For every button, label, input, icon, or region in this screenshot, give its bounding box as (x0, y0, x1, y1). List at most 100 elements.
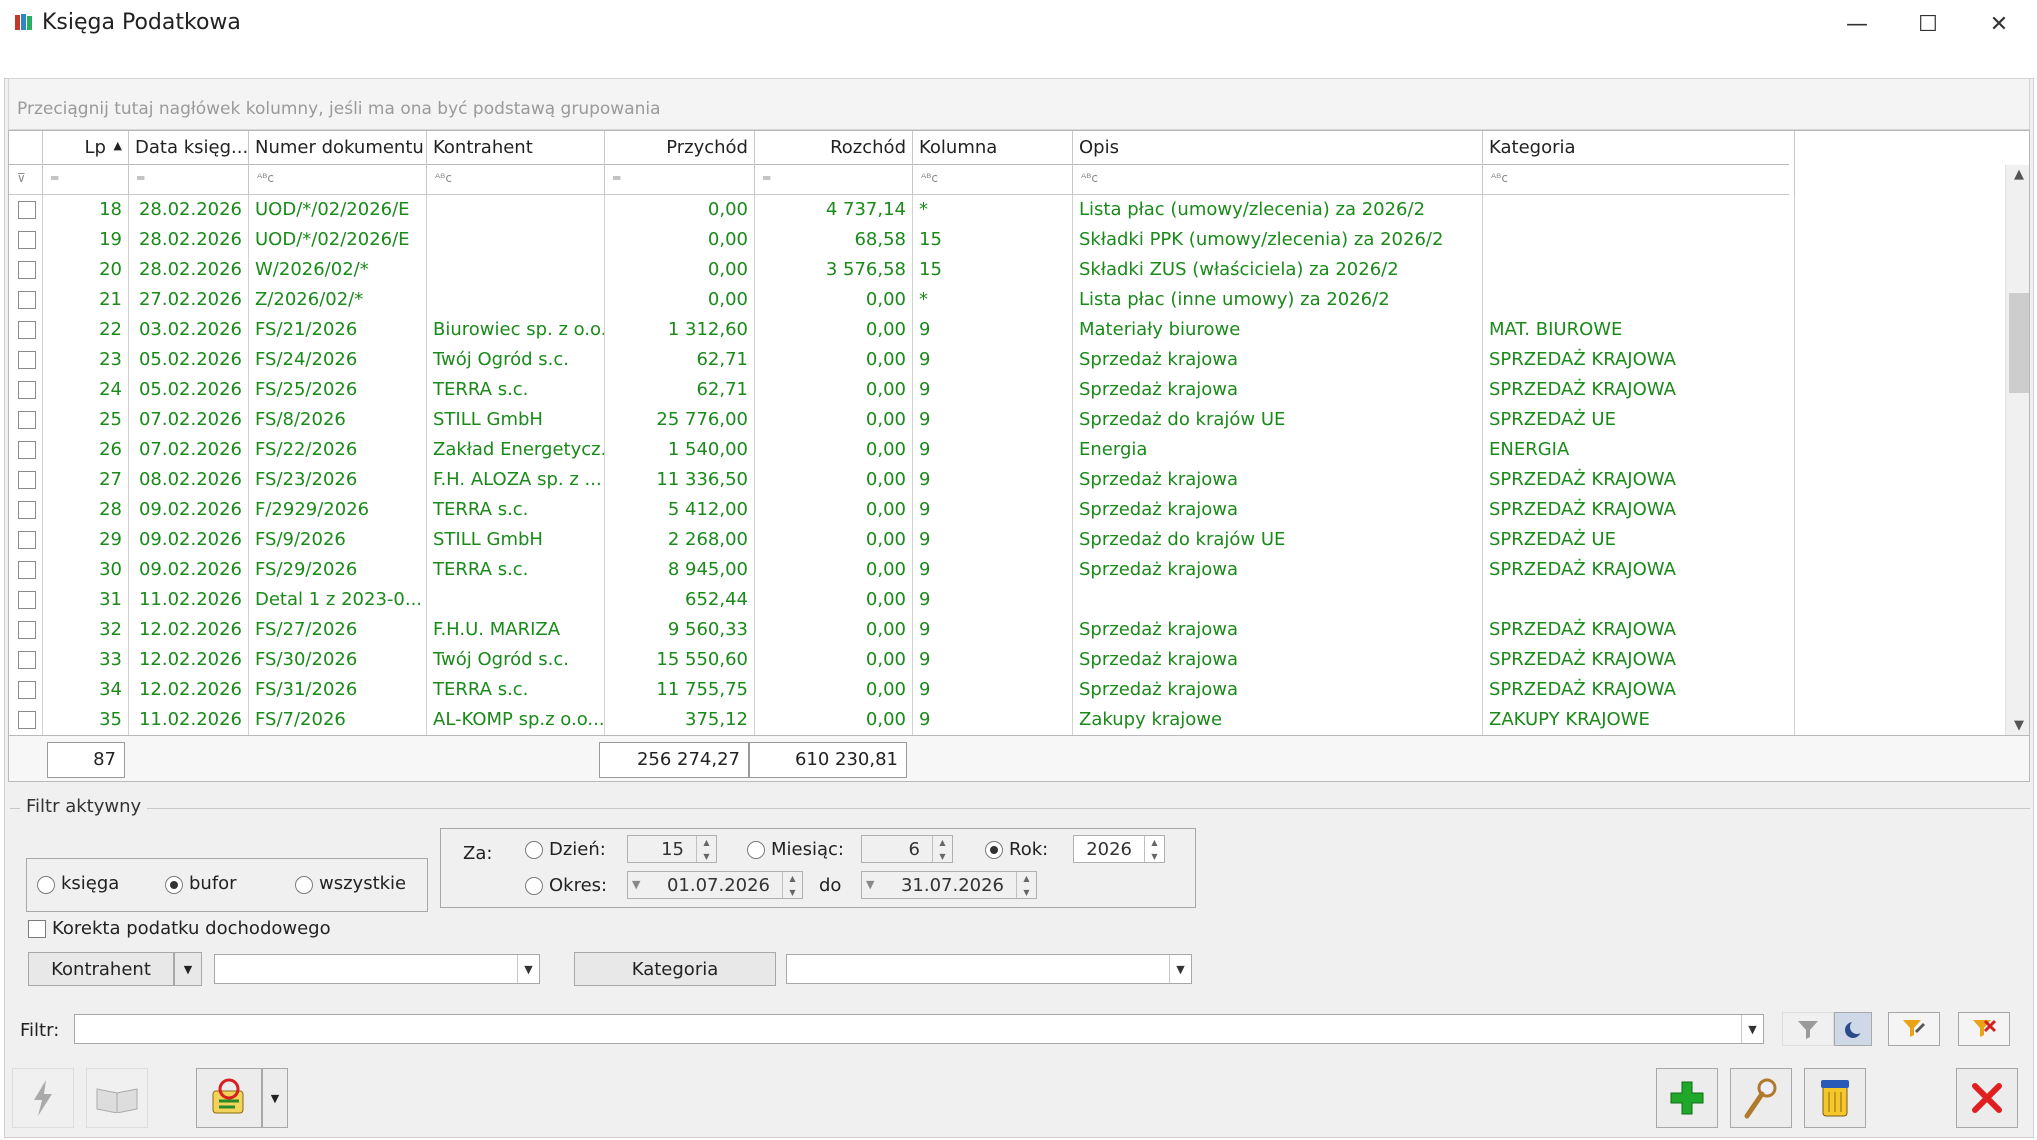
book-button[interactable] (86, 1068, 148, 1128)
header-kolumna[interactable]: Kolumna (913, 131, 1073, 165)
header-opis[interactable]: Opis (1073, 131, 1483, 165)
okres-from-date[interactable]: ▼ 01.07.2026 ▲ ▼ (627, 871, 803, 899)
row-checkbox[interactable] (18, 591, 36, 609)
table-row[interactable]: 33 12.02.2026 FS/30/2026 Twój Ogród s.c. 15 … (9, 645, 1795, 675)
spin-arrows-icon[interactable]: ▲ ▼ (932, 836, 952, 862)
rok-spinner[interactable]: 2026 ▲ ▼ (1073, 835, 1165, 863)
spin-arrows-icon[interactable]: ▲ ▼ (1016, 872, 1036, 898)
delete-button[interactable] (1804, 1068, 1866, 1128)
scrollbar-thumb[interactable] (2009, 293, 2029, 393)
vertical-scrollbar[interactable]: ▲ ▼ (2005, 165, 2029, 735)
row-checkbox[interactable] (18, 411, 36, 429)
spin-arrows-icon[interactable]: ▲ ▼ (782, 872, 802, 898)
radio-ksiega[interactable] (37, 876, 55, 894)
table-row[interactable]: 18 28.02.2026 UOD/*/02/2026/E 0,00 4 737,14 *… (9, 195, 1795, 225)
spin-arrows-icon[interactable]: ▲ ▼ (1144, 836, 1164, 862)
row-checkbox[interactable] (18, 291, 36, 309)
filter-kategoria-text-icon[interactable]: ᴬᴮc (1483, 165, 1795, 195)
row-checkbox[interactable] (18, 471, 36, 489)
filtr-input[interactable]: ▼ (74, 1014, 1764, 1044)
filter-funnel-button[interactable] (1782, 1012, 1834, 1046)
minimize-button[interactable]: — (1822, 0, 1892, 48)
kategoria-combo[interactable]: ▼ (786, 954, 1192, 984)
filter-toggle-button[interactable] (1834, 1012, 1872, 1046)
header-lp[interactable]: Lp ▲ (43, 131, 129, 165)
table-row[interactable]: 34 12.02.2026 FS/31/2026 TERRA s.c. 11 755,7… (9, 675, 1795, 705)
row-checkbox[interactable] (18, 681, 36, 699)
edit-button[interactable] (1730, 1068, 1792, 1128)
scroll-down-icon[interactable]: ▼ (2010, 718, 2028, 733)
close-window-button[interactable]: ✕ (1964, 0, 2034, 48)
row-checkbox[interactable] (18, 621, 36, 639)
lightning-button[interactable] (12, 1068, 74, 1128)
korekta-checkbox[interactable] (28, 920, 46, 938)
miesiac-spinner[interactable]: 6 ▲ ▼ (861, 835, 953, 863)
header-data[interactable]: Data księg... (129, 131, 249, 165)
ledger-action-button[interactable] (196, 1068, 262, 1128)
table-row[interactable]: 22 03.02.2026 FS/21/2026 Biurowiec sp. z o.… (9, 315, 1795, 345)
header-rozchod[interactable]: Rozchód (755, 131, 913, 165)
radio-wszystkie[interactable] (295, 876, 313, 894)
radio-bufor[interactable] (165, 876, 183, 894)
table-row[interactable]: 27 08.02.2026 FS/23/2026 F.H. ALOZA sp. z .… (9, 465, 1795, 495)
row-checkbox[interactable] (18, 351, 36, 369)
close-button[interactable] (1956, 1068, 2018, 1128)
filter-numer-text-icon[interactable]: ᴬᴮc (249, 165, 427, 195)
filter-kontrahent-text-icon[interactable]: ᴬᴮc (427, 165, 605, 195)
radio-dzien[interactable] (525, 841, 543, 859)
table-row[interactable]: 24 05.02.2026 FS/25/2026 TERRA s.c. 62,71 0,0… (9, 375, 1795, 405)
ledger-action-dropdown-icon[interactable]: ▼ (262, 1068, 288, 1128)
row-checkbox[interactable] (18, 261, 36, 279)
spin-arrows-icon[interactable]: ▲ ▼ (696, 836, 716, 862)
kontrahent-dropdown-icon[interactable]: ▼ (174, 952, 202, 986)
dzien-spinner[interactable]: 15 ▲ ▼ (627, 835, 717, 863)
filter-kolumna-text-icon[interactable]: ᴬᴮc (913, 165, 1073, 195)
maximize-button[interactable]: ☐ (1893, 0, 1963, 48)
header-checkbox-column[interactable] (9, 131, 43, 165)
header-kontrahent[interactable]: Kontrahent (427, 131, 605, 165)
filter-edit-button[interactable] (1888, 1012, 1940, 1046)
table-row[interactable]: 26 07.02.2026 FS/22/2026 Zakład Energetycz.… (9, 435, 1795, 465)
filter-przychod-equals-icon[interactable]: ═ (605, 165, 755, 195)
kontrahent-button[interactable]: Kontrahent (28, 952, 174, 986)
table-row[interactable]: 23 05.02.2026 FS/24/2026 Twój Ogród s.c. 62,… (9, 345, 1795, 375)
row-checkbox[interactable] (18, 381, 36, 399)
header-przychod[interactable]: Przychód (605, 131, 755, 165)
table-row[interactable]: 29 09.02.2026 FS/9/2026 STILL GmbH 2 268,00 0… (9, 525, 1795, 555)
table-row[interactable]: 32 12.02.2026 FS/27/2026 F.H.U. MARIZA 9 560… (9, 615, 1795, 645)
filter-opis-text-icon[interactable]: ᴬᴮc (1073, 165, 1483, 195)
okres-to-date[interactable]: ▼ 31.07.2026 ▲ ▼ (861, 871, 1037, 899)
row-checkbox[interactable] (18, 321, 36, 339)
filter-rozchod-equals-icon[interactable]: ═ (755, 165, 913, 195)
table-row[interactable]: 20 28.02.2026 W/2026/02/* 0,00 3 576,58 15 Skł… (9, 255, 1795, 285)
chevron-down-icon[interactable]: ▼ (517, 955, 539, 983)
date-dropdown-icon[interactable]: ▼ (632, 878, 640, 891)
table-row[interactable]: 28 09.02.2026 F/2929/2026 TERRA s.c. 5 412,0… (9, 495, 1795, 525)
group-by-area[interactable]: Przeciągnij tutaj nagłówek kolumny, jeśl… (8, 78, 2030, 130)
table-row[interactable]: 19 28.02.2026 UOD/*/02/2026/E 0,00 68,58 15 Sk… (9, 225, 1795, 255)
table-row[interactable]: 25 07.02.2026 FS/8/2026 STILL GmbH 25 776,00… (9, 405, 1795, 435)
row-checkbox[interactable] (18, 651, 36, 669)
chevron-down-icon[interactable]: ▼ (1741, 1015, 1763, 1043)
radio-miesiac[interactable] (747, 841, 765, 859)
row-checkbox[interactable] (18, 231, 36, 249)
date-dropdown-icon[interactable]: ▼ (866, 878, 874, 891)
kontrahent-combo[interactable]: ▼ (214, 954, 540, 984)
table-row[interactable]: 21 27.02.2026 Z/2026/02/* 0,00 0,00 * Lista pł… (9, 285, 1795, 315)
row-checkbox[interactable] (18, 561, 36, 579)
filter-clear-button[interactable] (1958, 1012, 2010, 1046)
radio-okres[interactable] (525, 877, 543, 895)
filter-data-equals-icon[interactable]: ═ (129, 165, 249, 195)
row-checkbox[interactable] (18, 531, 36, 549)
scroll-up-icon[interactable]: ▲ (2010, 167, 2028, 182)
table-row[interactable]: 35 11.02.2026 FS/7/2026 AL-KOMP sp.z o.o...… (9, 705, 1795, 735)
kategoria-button[interactable]: Kategoria (574, 952, 776, 986)
row-checkbox[interactable] (18, 501, 36, 519)
row-checkbox[interactable] (18, 441, 36, 459)
filter-lp-equals-icon[interactable]: ═ (43, 165, 129, 195)
chevron-down-icon[interactable]: ▼ (1169, 955, 1191, 983)
row-checkbox[interactable] (18, 201, 36, 219)
row-checkbox[interactable] (18, 711, 36, 729)
add-button[interactable] (1656, 1068, 1718, 1128)
table-row[interactable]: 31 11.02.2026 Detal 1 z 2023-0... 652,44 0,0… (9, 585, 1795, 615)
